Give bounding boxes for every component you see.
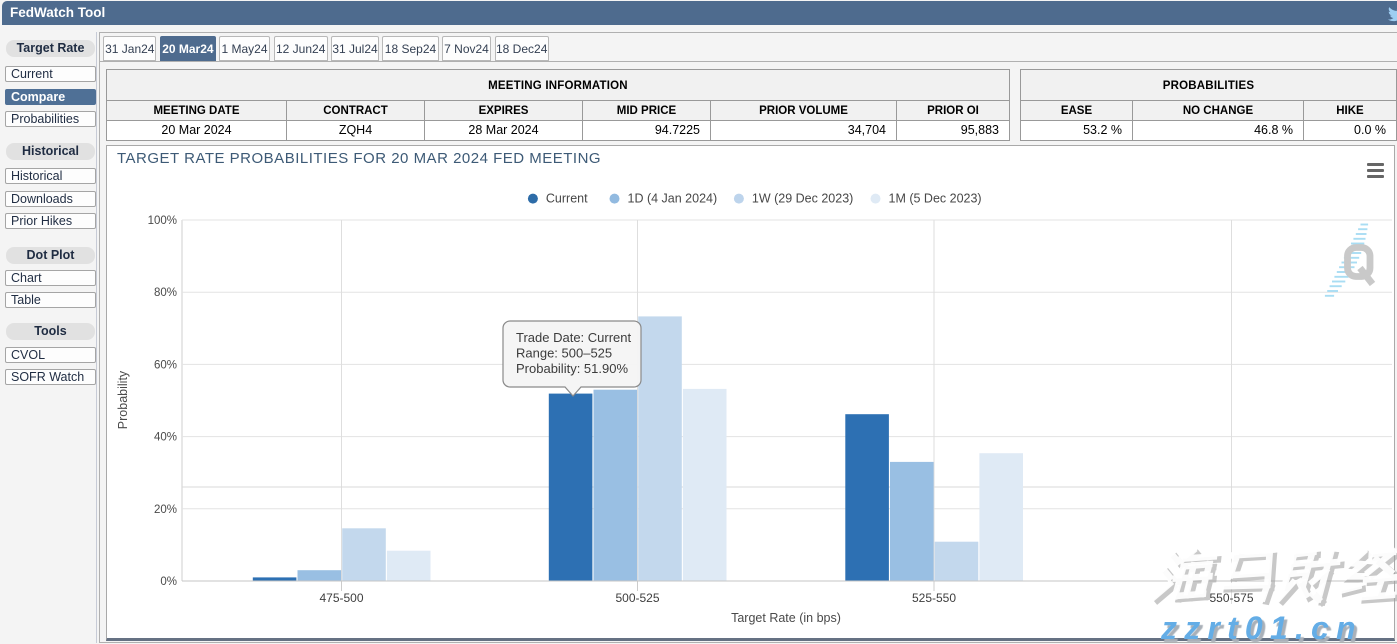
svg-text:Probability: Probability [116, 370, 130, 429]
svg-text:Trade Date: Current: Trade Date: Current [516, 330, 632, 345]
svg-text:40%: 40% [154, 432, 177, 444]
svg-text:500-525: 500-525 [615, 591, 659, 605]
svg-text:Target Rate (in bps): Target Rate (in bps) [731, 611, 841, 625]
svg-text:Range: 500–525: Range: 500–525 [516, 346, 612, 361]
svg-text:0%: 0% [160, 576, 177, 588]
svg-text:1M (5 Dec 2023): 1M (5 Dec 2023) [889, 192, 982, 206]
svg-text:20%: 20% [154, 504, 177, 516]
svg-text:80%: 80% [154, 287, 177, 299]
svg-text:525-550: 525-550 [912, 591, 956, 605]
svg-text:Probability: 51.90%: Probability: 51.90% [516, 361, 628, 376]
svg-text:475-500: 475-500 [319, 591, 363, 605]
svg-text:60%: 60% [154, 359, 177, 371]
svg-text:100%: 100% [148, 215, 177, 227]
svg-text:1D (4 Jan 2024): 1D (4 Jan 2024) [628, 192, 718, 206]
svg-text:Current: Current [546, 192, 588, 206]
svg-text:1W (29 Dec 2023): 1W (29 Dec 2023) [752, 192, 853, 206]
svg-text:550-575: 550-575 [1209, 591, 1253, 605]
